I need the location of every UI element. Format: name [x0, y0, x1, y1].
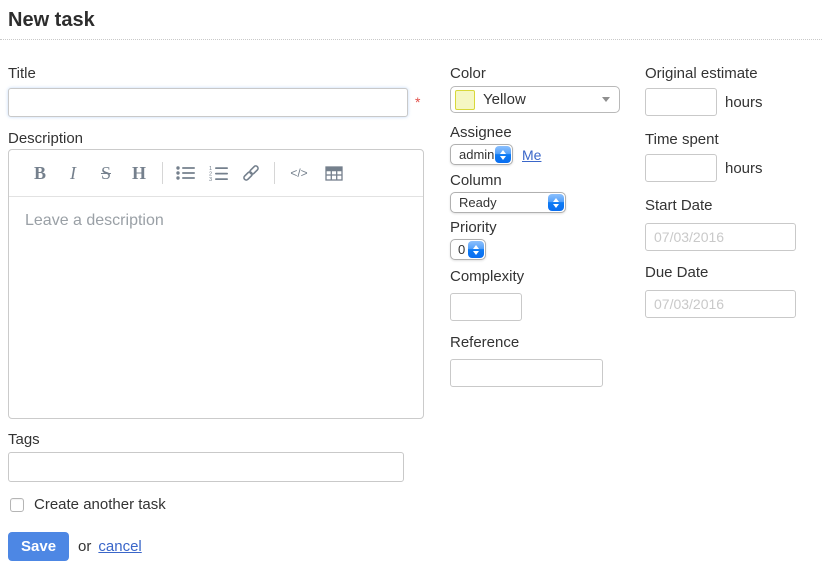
- ordered-list-icon: 1 2 3: [209, 165, 228, 182]
- complexity-label: Complexity: [450, 268, 630, 286]
- unordered-list-icon: [176, 165, 195, 181]
- new-task-page: New task Title * Description B I S H: [0, 0, 822, 569]
- select-stepper-icon: [468, 241, 484, 258]
- page-title: New task: [8, 9, 814, 32]
- complexity-input[interactable]: [450, 293, 522, 321]
- start-date-label: Start Date: [645, 197, 822, 215]
- select-stepper-icon: [548, 194, 564, 211]
- left-column: Title * Description B I S H: [8, 57, 428, 561]
- time-spent-label: Time spent: [645, 131, 822, 149]
- assignee-row: admin Me: [450, 144, 630, 165]
- color-label: Color: [450, 65, 630, 83]
- create-another-row: Create another task: [8, 496, 428, 513]
- original-estimate-label: Original estimate: [645, 65, 822, 83]
- column-label: Column: [450, 172, 630, 190]
- tags-label: Tags: [8, 431, 428, 449]
- start-date-input[interactable]: [645, 223, 796, 251]
- assignee-label: Assignee: [450, 124, 630, 142]
- assign-to-me-link[interactable]: Me: [522, 147, 541, 163]
- due-date-label: Due Date: [645, 264, 822, 282]
- italic-button[interactable]: I: [62, 160, 84, 186]
- strikethrough-button[interactable]: S: [95, 160, 117, 186]
- title-input[interactable]: [8, 88, 408, 117]
- select-stepper-icon: [495, 146, 511, 163]
- svg-text:3: 3: [209, 177, 212, 182]
- time-spent-input[interactable]: [645, 154, 717, 182]
- title-row: *: [8, 88, 428, 117]
- unordered-list-button[interactable]: [174, 160, 196, 186]
- assignee-select[interactable]: admin: [450, 144, 513, 165]
- column-select[interactable]: Ready: [450, 192, 566, 213]
- table-icon: [325, 166, 343, 181]
- reference-label: Reference: [450, 334, 630, 352]
- code-button[interactable]: </>: [286, 160, 312, 186]
- create-another-checkbox[interactable]: [10, 498, 24, 512]
- color-swatch: [455, 90, 475, 110]
- toolbar-divider: [162, 162, 163, 184]
- bold-button[interactable]: B: [29, 160, 51, 186]
- title-label: Title: [8, 65, 428, 83]
- color-selected-value: Yellow: [483, 91, 526, 108]
- due-date-input[interactable]: [645, 290, 796, 318]
- page-header: New task: [0, 0, 822, 40]
- or-text: or: [78, 538, 91, 555]
- right-column: Original estimate hours Time spent hours…: [645, 57, 822, 318]
- description-textarea[interactable]: Leave a description: [9, 197, 423, 418]
- description-placeholder: Leave a description: [25, 212, 164, 229]
- original-estimate-row: hours: [645, 88, 822, 116]
- chevron-down-icon: [602, 97, 610, 102]
- required-asterisk: *: [415, 94, 420, 110]
- create-another-label: Create another task: [34, 496, 166, 513]
- heading-button[interactable]: H: [128, 160, 150, 186]
- priority-selected-value: 0: [458, 242, 465, 257]
- assignee-selected-value: admin: [459, 147, 494, 162]
- table-button[interactable]: [323, 160, 345, 186]
- editor-toolbar: B I S H: [9, 150, 423, 197]
- time-spent-unit: hours: [725, 160, 763, 177]
- ordered-list-button[interactable]: 1 2 3: [207, 160, 229, 186]
- link-icon: [242, 164, 260, 182]
- priority-select[interactable]: 0: [450, 239, 486, 260]
- time-spent-row: hours: [645, 154, 822, 182]
- original-estimate-input[interactable]: [645, 88, 717, 116]
- cancel-link[interactable]: cancel: [98, 538, 141, 555]
- column-selected-value: Ready: [459, 195, 497, 210]
- save-button[interactable]: Save: [8, 532, 69, 561]
- tags-input[interactable]: [8, 452, 404, 482]
- description-editor: B I S H: [8, 149, 424, 419]
- link-button[interactable]: [240, 160, 262, 186]
- reference-input[interactable]: [450, 359, 603, 387]
- middle-column: Color Yellow Assignee admin Me Column Re…: [450, 57, 630, 387]
- original-estimate-unit: hours: [725, 94, 763, 111]
- form-actions: Save or cancel: [8, 532, 428, 561]
- toolbar-divider: [274, 162, 275, 184]
- description-label: Description: [8, 130, 428, 148]
- priority-label: Priority: [450, 219, 630, 237]
- color-select[interactable]: Yellow: [450, 86, 620, 113]
